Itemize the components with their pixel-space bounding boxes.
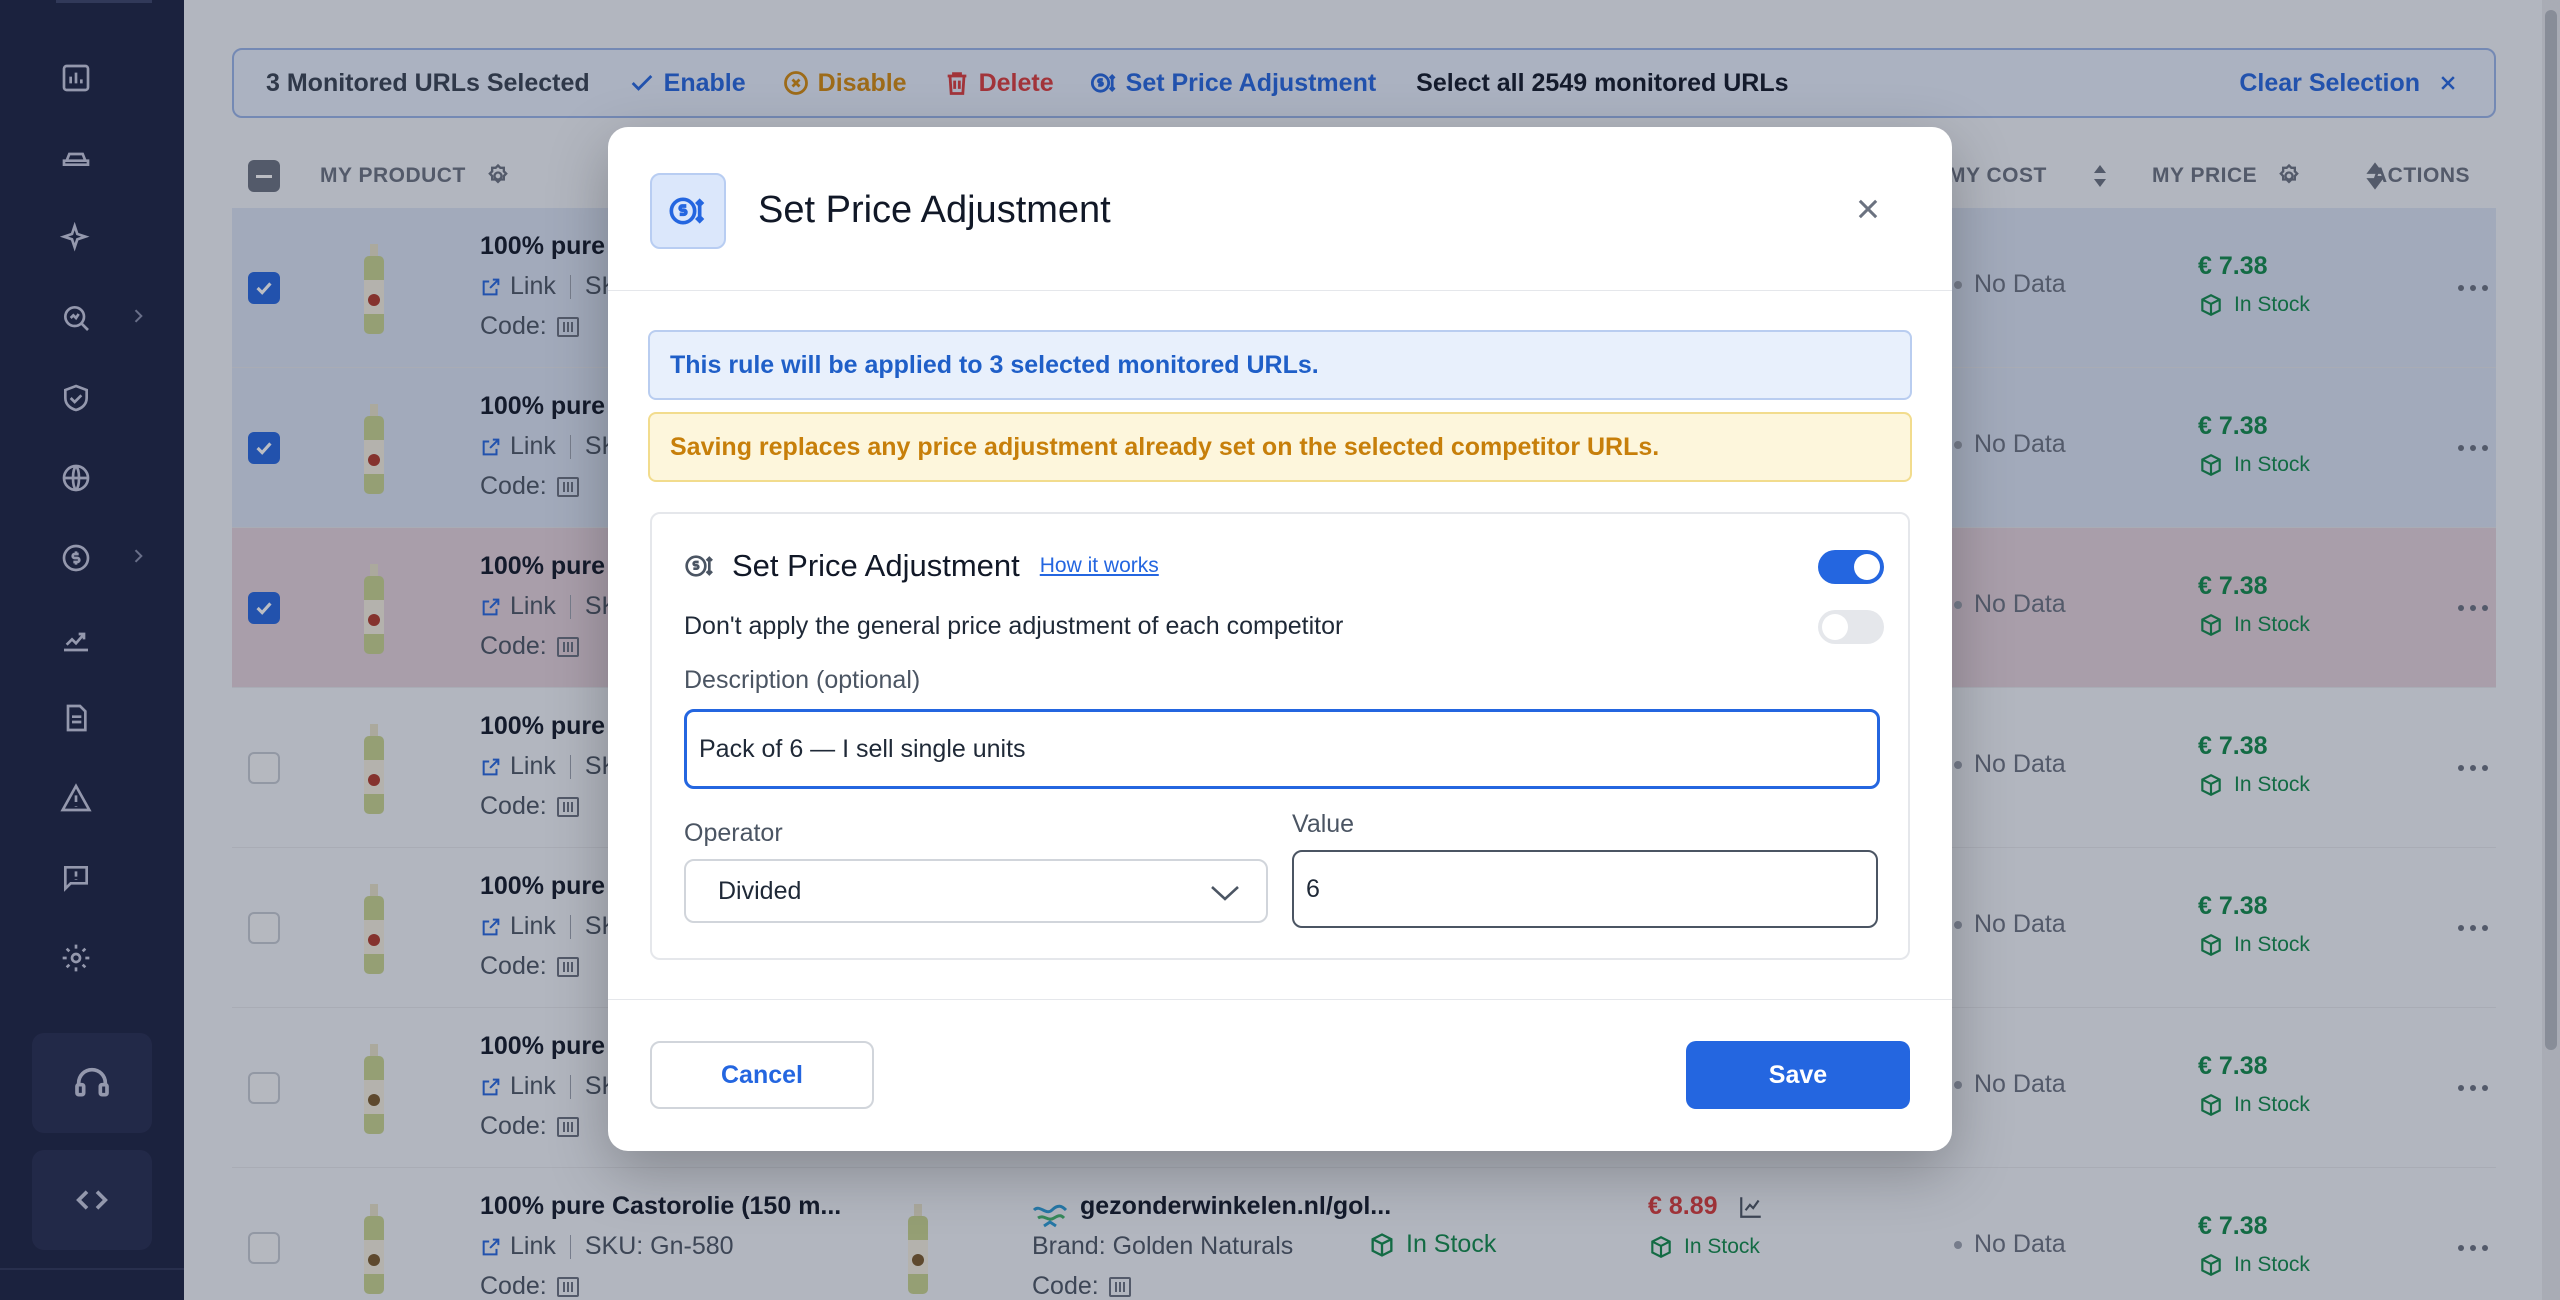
modal-header: Set Price Adjustment (608, 127, 1952, 291)
price-adjustment-toggle[interactable] (1818, 550, 1884, 584)
modal-footer-divider (608, 999, 1952, 1000)
price-adjust-icon (650, 173, 726, 249)
set-price-adjustment-modal: Set Price Adjustment This rule will be a… (608, 127, 1952, 1151)
description-label: Description (optional) (684, 666, 921, 694)
info-banner: This rule will be applied to 3 selected … (648, 330, 1912, 400)
operator-label: Operator (684, 819, 783, 847)
save-button[interactable]: Save (1686, 1041, 1910, 1109)
price-adjust-icon (685, 555, 713, 577)
value-input[interactable] (1292, 850, 1878, 928)
operator-value: Divided (718, 876, 802, 905)
close-icon[interactable] (1850, 191, 1886, 227)
cancel-button[interactable]: Cancel (650, 1041, 874, 1109)
description-input[interactable] (684, 709, 1880, 789)
warning-banner: Saving replaces any price adjustment alr… (648, 412, 1912, 482)
how-it-works-link[interactable]: How it works (1040, 554, 1159, 578)
value-label: Value (1292, 810, 1355, 838)
general-adjustment-label: Don't apply the general price adjustment… (684, 612, 1344, 640)
general-adjustment-toggle[interactable] (1818, 610, 1884, 644)
chevron-down-icon (1211, 886, 1239, 901)
modal-title: Set Price Adjustment (758, 189, 1111, 231)
card-title: Set Price Adjustment How it works (684, 548, 1159, 584)
operator-select[interactable]: Divided (684, 859, 1268, 923)
card-title-text: Set Price Adjustment (732, 548, 1020, 583)
price-adjustment-card: Set Price Adjustment How it works Don't … (650, 512, 1910, 960)
